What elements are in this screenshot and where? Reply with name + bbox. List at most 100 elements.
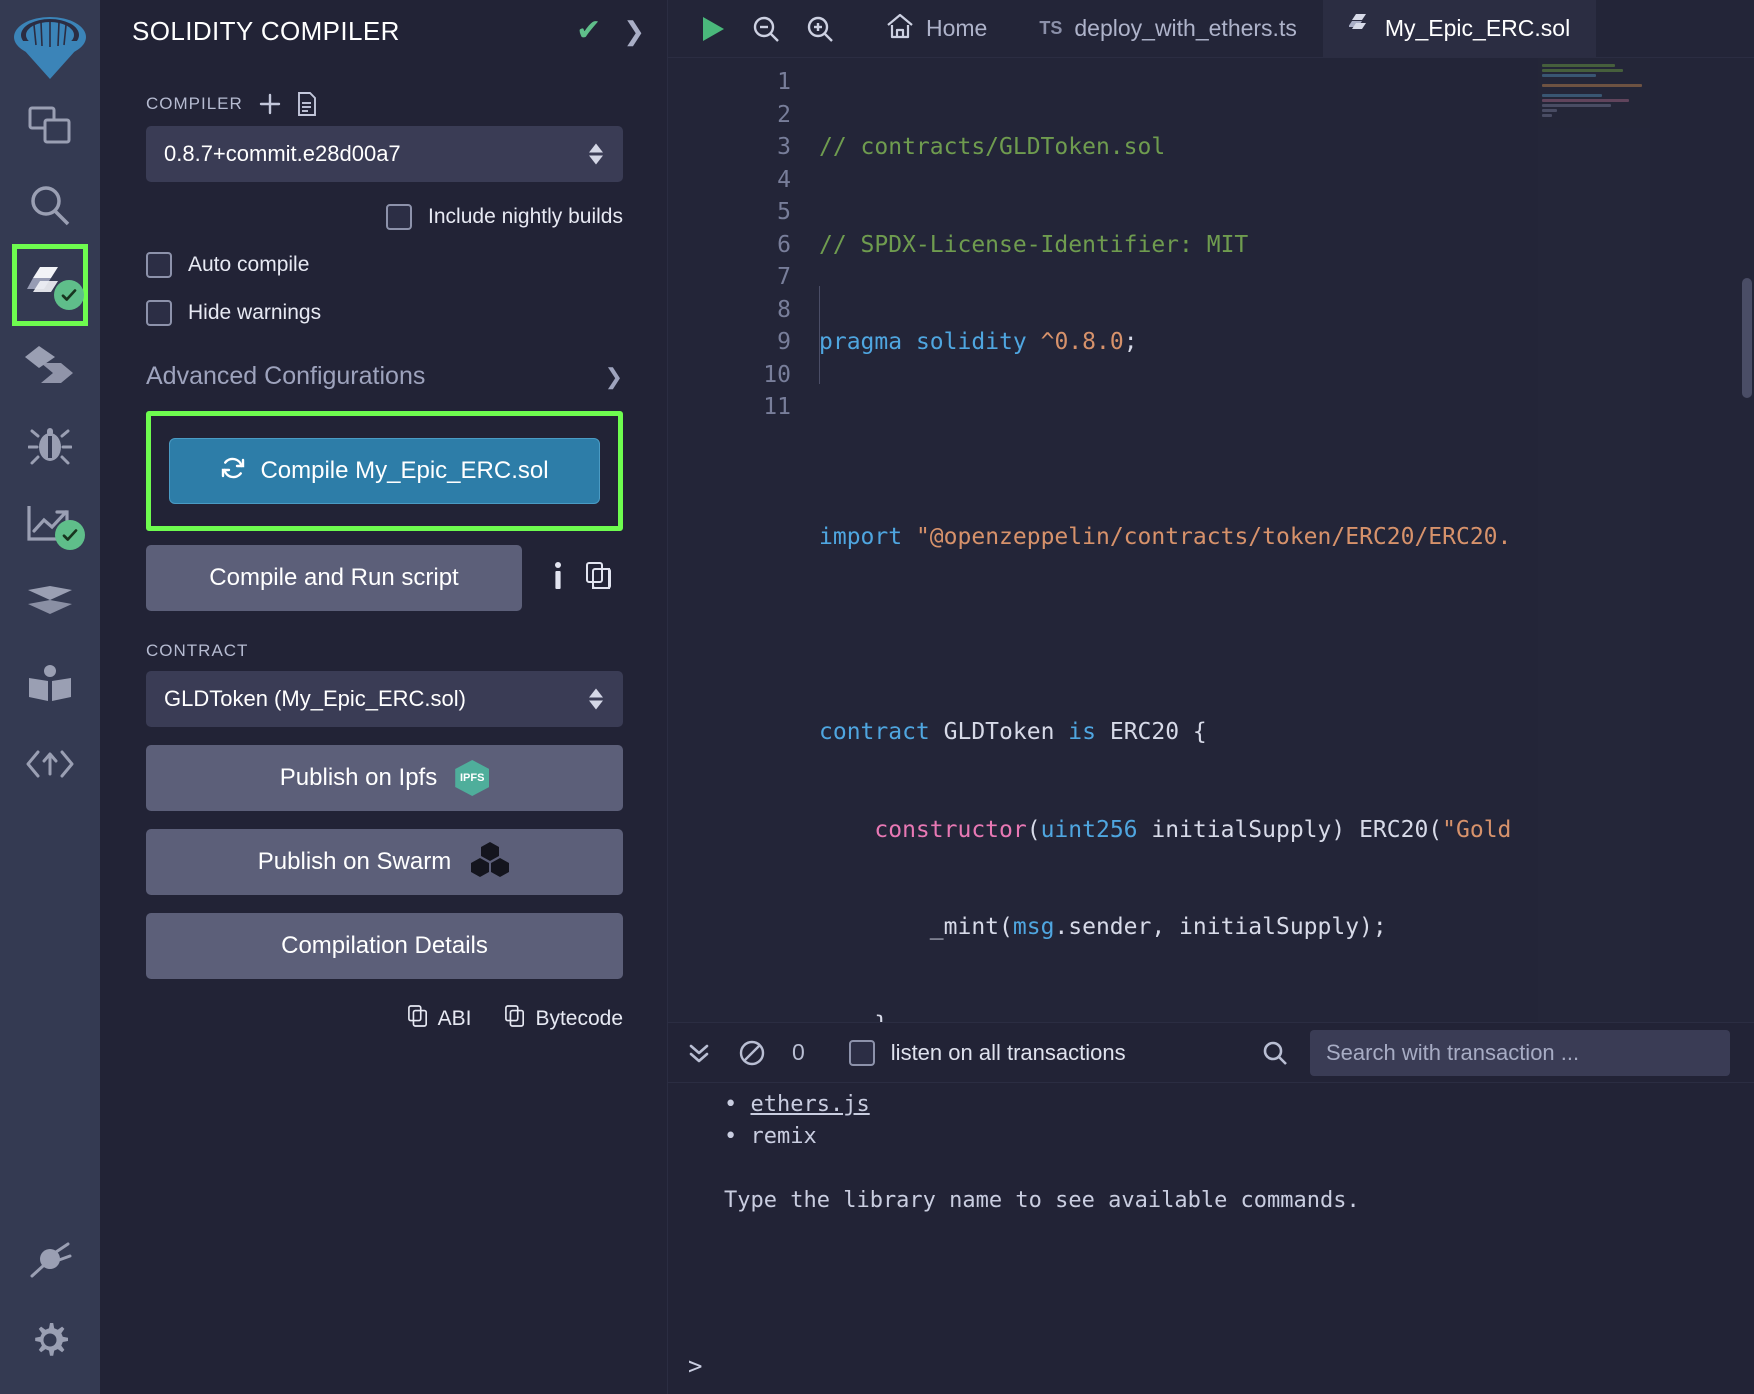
hide-warnings-checkbox[interactable] xyxy=(146,300,172,326)
compiler-config-file-icon[interactable] xyxy=(297,92,317,116)
line-number: 3 xyxy=(668,131,791,164)
zoom-in-icon[interactable] xyxy=(806,15,834,43)
auto-compile-checkbox[interactable] xyxy=(146,252,172,278)
listen-on-all-transactions-checkbox[interactable] xyxy=(849,1040,875,1066)
compiler-version-select[interactable]: 0.8.7+commit.e28d00a7 xyxy=(146,126,623,182)
contract-select[interactable]: GLDToken (My_Epic_ERC.sol) xyxy=(146,671,623,727)
page-title: SOLIDITY COMPILER xyxy=(132,16,576,47)
editor-column: Home TS deploy_with_ethers.ts My_Epic_ER… xyxy=(668,0,1754,1394)
search-icon[interactable] xyxy=(1262,1040,1288,1066)
sidebar-item-documentation[interactable] xyxy=(13,644,87,724)
include-nightly-builds-label: Include nightly builds xyxy=(428,205,623,229)
compile-button-label: Compile My_Epic_ERC.sol xyxy=(260,457,548,485)
sidebar-item-file-explorer[interactable] xyxy=(13,86,87,166)
rail-icon-list xyxy=(0,86,100,804)
compile-and-run-row: Compile and Run script xyxy=(146,545,623,611)
tab-deploy-with-ethers[interactable]: TS deploy_with_ethers.ts xyxy=(1013,0,1322,57)
sidebar-item-solidity-compiler[interactable] xyxy=(14,246,86,324)
indent-guide xyxy=(819,286,820,384)
ipfs-icon: IPFS xyxy=(455,760,489,796)
code-token-comment: // SPDX-License-Identifier: MIT xyxy=(819,232,1248,258)
include-nightly-builds-checkbox[interactable] xyxy=(386,204,412,230)
compile-success-check-icon: ✔ xyxy=(576,16,601,46)
copy-icon xyxy=(505,1005,525,1033)
terminal-prompt[interactable]: > xyxy=(668,1352,1754,1394)
sidebar-item-settings[interactable] xyxy=(13,1300,87,1380)
sidebar-item-plugin-manager[interactable] xyxy=(13,1220,87,1300)
run-play-icon[interactable] xyxy=(700,15,726,43)
compile-button-highlight: Compile My_Epic_ERC.sol xyxy=(146,411,623,531)
copy-abi-button[interactable]: ABI xyxy=(408,1005,472,1033)
contract-label: CONTRACT xyxy=(146,641,248,661)
code-line: // contracts/GLDToken.sol xyxy=(817,131,1754,164)
line-number: 4 xyxy=(668,164,791,197)
ethers-js-link[interactable]: ethers.js xyxy=(751,1092,870,1117)
compiler-label-row: COMPILER xyxy=(146,92,623,116)
tab-my-epic-erc[interactable]: My_Epic_ERC.sol xyxy=(1323,0,1596,57)
publish-on-ipfs-label: Publish on Ipfs xyxy=(280,764,437,792)
compile-button[interactable]: Compile My_Epic_ERC.sol xyxy=(169,438,600,504)
code-editor[interactable]: 1 2 3 4 5 6 7 8 9 10 11 // contracts/GLD… xyxy=(668,58,1754,1022)
sidebar-item-search[interactable] xyxy=(13,166,87,246)
code-content[interactable]: // contracts/GLDToken.sol // SPDX-Licens… xyxy=(813,58,1754,1022)
tab-home[interactable]: Home xyxy=(860,0,1013,57)
sidebar-item-deploy-run[interactable] xyxy=(13,324,87,404)
copy-icon[interactable] xyxy=(586,562,612,595)
line-number: 8 xyxy=(668,294,791,327)
copy-bytecode-button[interactable]: Bytecode xyxy=(505,1005,623,1033)
line-number: 5 xyxy=(668,196,791,229)
compilation-details-button[interactable]: Compilation Details xyxy=(146,913,623,979)
line-number: 2 xyxy=(668,99,791,132)
icon-rail xyxy=(0,0,100,1394)
remix-item: remix xyxy=(751,1124,817,1149)
hide-warnings-label: Hide warnings xyxy=(188,301,321,325)
code-token-comment: // contracts/GLDToken.sol xyxy=(819,134,1165,160)
editor-toolbar xyxy=(668,0,860,57)
sidebar-item-debugger[interactable] xyxy=(13,404,87,484)
terminal-search-area xyxy=(1262,1030,1730,1076)
line-number: 1 xyxy=(668,66,791,99)
sidebar-item-code-publish[interactable] xyxy=(13,724,87,804)
sidebar-item-unit-testing[interactable] xyxy=(13,564,87,644)
terminal-output-line: • ethers.js xyxy=(668,1089,1754,1121)
add-compiler-plus-icon[interactable] xyxy=(259,93,281,115)
compilation-details-label: Compilation Details xyxy=(281,932,488,960)
zoom-out-icon[interactable] xyxy=(752,15,780,43)
sidebar-item-analysis[interactable] xyxy=(13,484,87,564)
chevron-right-icon: ❯ xyxy=(605,364,623,390)
publish-on-swarm-label: Publish on Swarm xyxy=(258,848,451,876)
code-line: _mint(msg.sender, initialSupply); xyxy=(817,911,1754,944)
transaction-search-input[interactable] xyxy=(1310,1030,1730,1076)
code-line: contract GLDToken is ERC20 { xyxy=(817,716,1754,749)
rail-bottom-icons xyxy=(0,1220,100,1380)
solidity-icon xyxy=(1349,13,1373,45)
line-number: 7 xyxy=(668,261,791,294)
advanced-configurations-toggle[interactable]: Advanced Configurations ❯ xyxy=(146,362,623,391)
stepper-arrows-icon xyxy=(589,689,603,710)
chevrons-down-icon[interactable] xyxy=(686,1040,712,1066)
contract-value: GLDToken (My_Epic_ERC.sol) xyxy=(164,686,466,712)
line-number-gutter: 1 2 3 4 5 6 7 8 9 10 11 xyxy=(668,58,813,1022)
terminal-output: • ethers.js • remix Type the library nam… xyxy=(668,1083,1754,1352)
swarm-icon xyxy=(469,840,511,885)
auto-compile-label: Auto compile xyxy=(188,253,309,277)
compile-and-run-script-button[interactable]: Compile and Run script xyxy=(146,545,522,611)
home-icon xyxy=(886,13,914,45)
abi-bytecode-row: ABI Bytecode xyxy=(146,1005,623,1033)
terminal-output-line xyxy=(668,1153,1754,1185)
terminal-panel: 0 listen on all transactions • ethers.js xyxy=(668,1022,1754,1394)
clear-console-icon[interactable] xyxy=(738,1039,766,1067)
analysis-success-badge xyxy=(55,520,85,550)
info-icon[interactable] xyxy=(552,561,564,596)
line-number: 6 xyxy=(668,229,791,262)
publish-on-swarm-button[interactable]: Publish on Swarm xyxy=(146,829,623,895)
compiler-label: COMPILER xyxy=(146,94,243,114)
publish-button-stack: Publish on Ipfs IPFS Publish on Swarm C xyxy=(146,745,623,979)
pending-transactions-count: 0 xyxy=(792,1039,805,1066)
scrollbar-thumb[interactable] xyxy=(1742,278,1752,398)
compiler-version-value: 0.8.7+commit.e28d00a7 xyxy=(164,141,401,167)
publish-on-ipfs-button[interactable]: Publish on Ipfs IPFS xyxy=(146,745,623,811)
panel-expand-chevron-icon[interactable]: ❯ xyxy=(623,18,645,44)
editor-scrollbar-vertical[interactable] xyxy=(1740,58,1754,1022)
advanced-configurations-label: Advanced Configurations xyxy=(146,362,605,391)
